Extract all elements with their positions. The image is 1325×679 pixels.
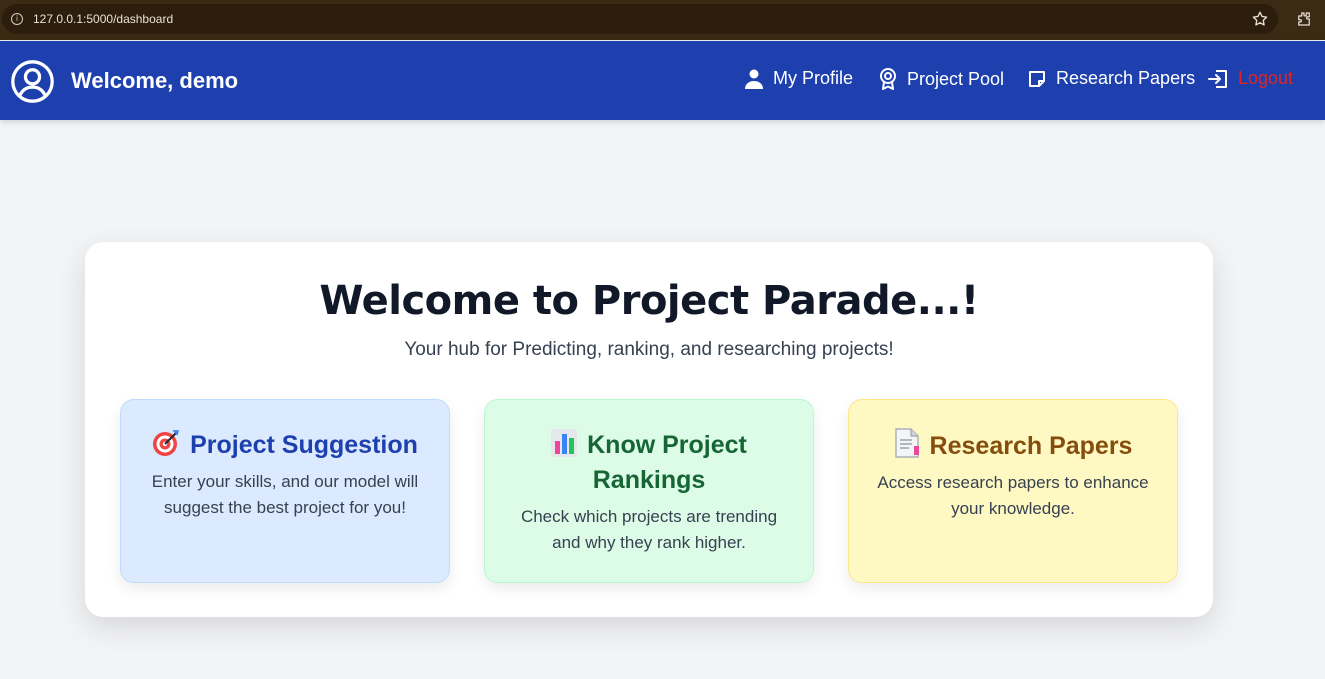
card-title: Research Papers: [869, 428, 1157, 464]
person-icon: [745, 69, 763, 89]
extensions-icon[interactable]: [1295, 10, 1313, 28]
nav-logout-label: Logout: [1238, 68, 1294, 88]
address-bar[interactable]: i 127.0.0.1:5000/dashboard: [2, 4, 1278, 34]
top-navbar: Welcome, demo My Profile Project Pool Re…: [0, 41, 1325, 120]
nav-project-pool[interactable]: Project Pool: [879, 68, 1004, 90]
nav-research-papers-label: Research Papers: [1056, 68, 1196, 88]
nav-project-pool-label: Project Pool: [907, 68, 1005, 89]
url-text[interactable]: 127.0.0.1:5000/dashboard: [33, 12, 173, 26]
card-title-text: Project Suggestion: [190, 431, 418, 459]
note-icon: [1029, 70, 1045, 87]
card-title-text: Research Papers: [929, 432, 1133, 460]
nav-my-profile[interactable]: My Profile: [745, 68, 853, 89]
logout-icon: [1208, 69, 1227, 88]
target-icon: [153, 430, 180, 456]
bookmark-star-icon[interactable]: [1251, 10, 1269, 28]
card-title: Know Project Rankings: [505, 428, 793, 498]
nav-logout[interactable]: Logout: [1208, 68, 1293, 89]
browser-toolbar: i 127.0.0.1:5000/dashboard: [0, 0, 1325, 40]
document-icon: [894, 428, 919, 458]
card-title: Project Suggestion: [141, 428, 429, 463]
card-description: Check which projects are trending and wh…: [520, 507, 778, 552]
project-rankings-card[interactable]: Know Project Rankings Check which projec…: [484, 399, 814, 583]
welcome-user-title: Welcome, demo: [71, 68, 239, 93]
page-title: Welcome to Project Parade...!: [319, 278, 979, 324]
nav-my-profile-label: My Profile: [773, 68, 854, 88]
bar-chart-icon: [551, 429, 578, 457]
site-info-icon[interactable]: i: [11, 13, 23, 25]
card-description: Access research papers to enhance your k…: [877, 473, 1149, 518]
research-papers-card[interactable]: Research Papers Access research papers t…: [848, 399, 1178, 583]
badge-icon: [880, 68, 896, 90]
welcome-card: Welcome to Project Parade...! Your hub f…: [85, 242, 1213, 617]
nav-research-papers[interactable]: Research Papers: [1028, 68, 1195, 89]
page-subtitle: Your hub for Predicting, ranking, and re…: [404, 339, 894, 360]
card-description: Enter your skills, and our model will su…: [151, 472, 419, 517]
user-avatar-icon[interactable]: [10, 59, 55, 104]
card-title-text: Know Project Rankings: [587, 431, 747, 494]
project-suggestion-card[interactable]: Project Suggestion Enter your skills, an…: [120, 399, 450, 583]
